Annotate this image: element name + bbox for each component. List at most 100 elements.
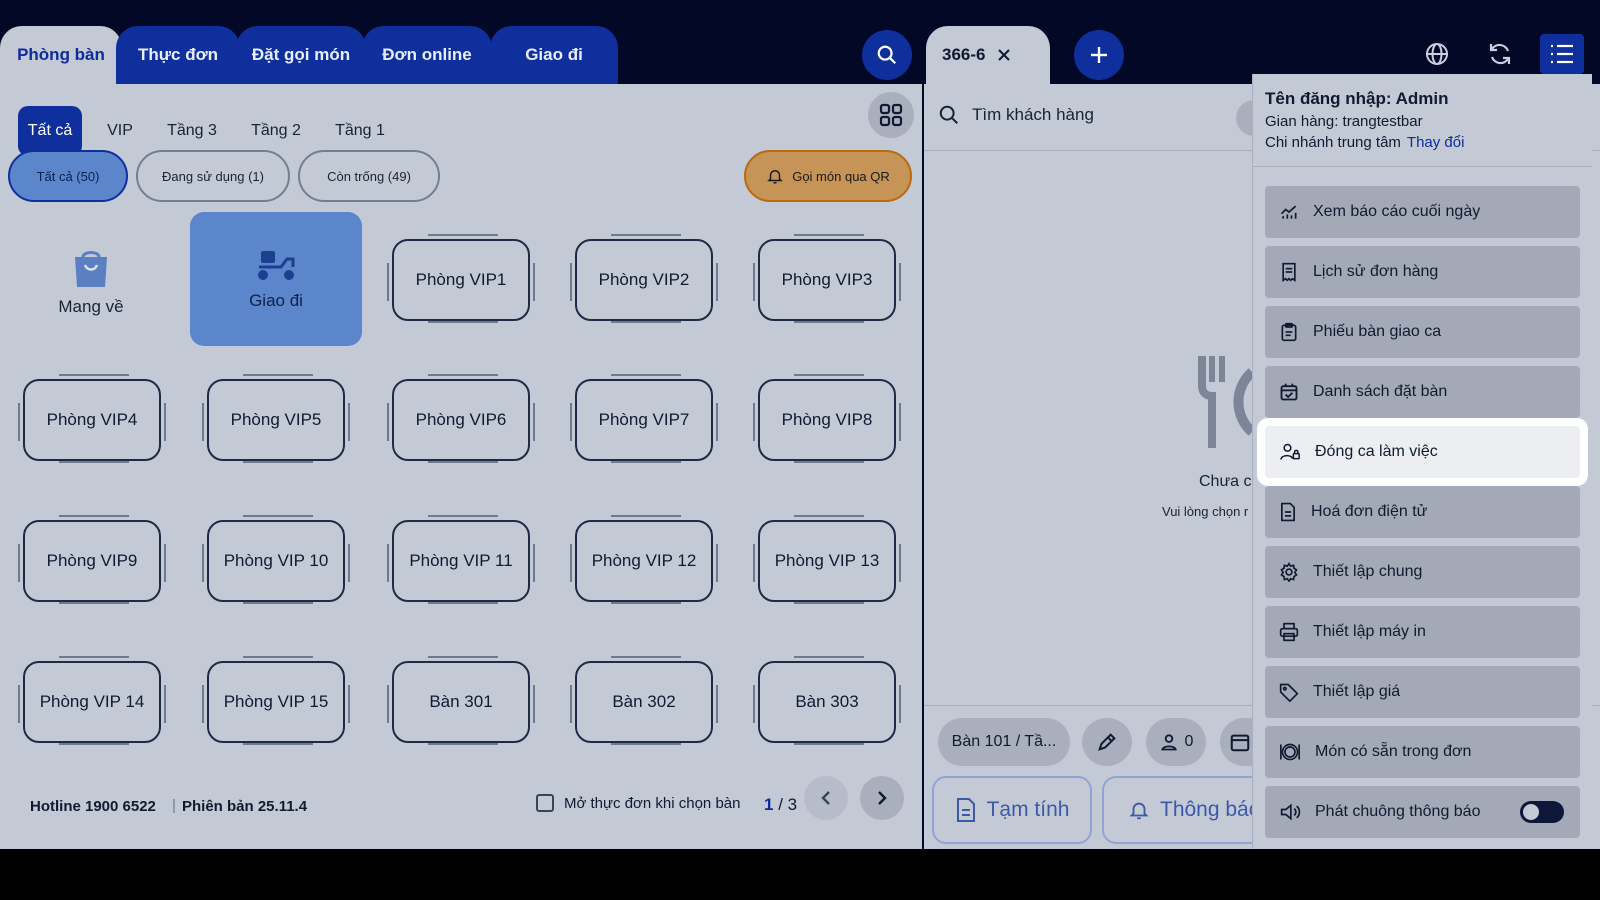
tab-label: Phòng bàn (17, 45, 105, 64)
room-card[interactable]: Phòng VIP 10 (202, 515, 350, 604)
tab-don-online[interactable]: Đơn online (362, 26, 492, 84)
pagination-text: 1 / 3 (764, 795, 797, 815)
menu-item-e-invoice[interactable]: Hoá đơn điện tử (1265, 486, 1580, 538)
tab-giao-di[interactable]: Giao đi (490, 26, 618, 84)
tab-order-366-6[interactable]: 366-6 (926, 26, 1050, 84)
receipt-icon (1282, 262, 1296, 282)
room-card[interactable]: Phòng VIP8 (753, 374, 901, 463)
floor-tab-all[interactable]: Tất cả (18, 106, 82, 156)
grid-view-button[interactable] (868, 92, 914, 138)
room-card[interactable]: Phòng VIP 11 (387, 515, 535, 604)
tab-phong-ban[interactable]: Phòng bàn (0, 26, 122, 84)
order-tab-label: 366-6 (942, 45, 986, 64)
status-filter-label: Đang sử dụng (1) (162, 168, 264, 184)
room-card[interactable]: Phòng VIP9 (18, 515, 166, 604)
menu-item-label: Phiếu bàn giao ca (1313, 323, 1442, 340)
next-page-button[interactable] (860, 776, 904, 820)
room-card[interactable]: Phòng VIP 15 (202, 656, 350, 745)
room-label: Phòng VIP1 (415, 270, 507, 289)
tab-thuc-don[interactable]: Thực đơn (116, 26, 240, 84)
shopping-bag-icon (75, 251, 107, 287)
menu-button[interactable] (1540, 34, 1584, 74)
notify-button[interactable]: Thông báo (1102, 776, 1262, 844)
room-card[interactable]: Bàn 302 (570, 656, 718, 745)
floor-tab-label: VIP (107, 122, 133, 139)
notification-sound-toggle[interactable] (1520, 801, 1564, 823)
room-card[interactable]: Phòng VIP2 (570, 234, 718, 323)
temp-bill-label: Tạm tính (986, 798, 1070, 821)
grid-icon (879, 103, 903, 127)
floor-tab-1[interactable]: Tầng 1 (328, 106, 392, 156)
floor-tab-3[interactable]: Tầng 3 (160, 106, 224, 156)
room-card[interactable]: Phòng VIP5 (202, 374, 350, 463)
room-card[interactable]: Bàn 303 (753, 656, 901, 745)
page-total: 3 (787, 795, 798, 814)
room-card[interactable]: Phòng VIP7 (570, 374, 718, 463)
room-label: Phòng VIP4 (46, 410, 138, 429)
takeaway-item[interactable]: Mang về (22, 234, 160, 330)
menu-item-notification-sound[interactable]: Phát chuông thông báo (1265, 786, 1580, 838)
document-icon (956, 798, 975, 822)
menu-item-general-settings[interactable]: Thiết lập chung (1265, 546, 1580, 598)
search-icon (877, 45, 897, 65)
guest-count-button[interactable]: 0 (1146, 718, 1206, 766)
change-branch-link[interactable]: Thay đổi (1407, 134, 1465, 151)
top-bar: Phòng bàn Thực đơn Đặt gọi món Đơn onlin… (0, 0, 1600, 85)
open-menu-option[interactable]: Mở thực đơn khi chọn bàn (536, 794, 740, 812)
status-filter-all[interactable]: Tất cả (50) (8, 150, 128, 202)
menu-item-order-history[interactable]: Lịch sử đơn hàng (1265, 246, 1580, 298)
room-card[interactable]: Phòng VIP6 (387, 374, 535, 463)
menu-item-price-settings[interactable]: Thiết lập giá (1265, 666, 1580, 718)
add-order-button[interactable] (1074, 30, 1124, 80)
search-button[interactable] (862, 30, 912, 80)
edit-button[interactable] (1082, 718, 1132, 766)
dish-icon (1280, 743, 1300, 761)
document-icon (1281, 502, 1295, 522)
open-menu-label: Mở thực đơn khi chọn bàn (564, 794, 741, 812)
menu-item-printer-settings[interactable]: Thiết lập máy in (1265, 606, 1580, 658)
menu-item-available-dishes[interactable]: Món có sẵn trong đơn (1265, 726, 1580, 778)
qr-order-label: Gọi món qua QR (792, 168, 890, 184)
pencil-icon (1098, 733, 1116, 751)
refresh-button[interactable] (1478, 34, 1522, 74)
tab-label: Đơn online (382, 45, 472, 64)
globe-icon (1426, 43, 1448, 65)
room-card[interactable]: Phòng VIP 13 (753, 515, 901, 604)
page-current: 1 (764, 795, 774, 814)
guest-count: 0 (1184, 733, 1194, 750)
floor-tab-vip[interactable]: VIP (96, 106, 144, 156)
close-icon[interactable] (997, 48, 1011, 62)
open-menu-checkbox[interactable] (536, 794, 554, 812)
prev-page-button[interactable] (804, 776, 848, 820)
customer-search[interactable]: Tìm khách hàng (938, 104, 1094, 126)
room-card[interactable]: Phòng VIP4 (18, 374, 166, 463)
menu-item-end-of-day-report[interactable]: Xem báo cáo cuối ngày (1265, 186, 1580, 238)
room-card[interactable]: Bàn 301 (387, 656, 535, 745)
room-label: Phòng VIP7 (598, 410, 690, 429)
bell-icon (767, 170, 784, 184)
room-card[interactable]: Phòng VIP1 (387, 234, 535, 323)
language-button[interactable] (1415, 34, 1459, 74)
delivery-item[interactable]: Giao đi (190, 212, 362, 346)
menu-item-reservations[interactable]: Danh sách đặt bàn (1265, 366, 1580, 418)
floor-tab-2[interactable]: Tầng 2 (244, 106, 308, 156)
room-card[interactable]: Phòng VIP 14 (18, 656, 166, 745)
tab-dat-goi-mon[interactable]: Đặt gọi món (236, 26, 366, 84)
qr-order-button[interactable]: Gọi món qua QR (744, 150, 912, 202)
fork-plate-icon (1198, 356, 1252, 448)
list-icon (1551, 44, 1573, 64)
menu-item-shift-handover[interactable]: Phiếu bàn giao ca (1265, 306, 1580, 358)
temp-bill-button[interactable]: Tạm tính (932, 776, 1092, 844)
menu-item-label: Phát chuông thông báo (1315, 803, 1481, 820)
speaker-icon (1280, 803, 1301, 821)
tab-label: Giao đi (525, 45, 583, 64)
refresh-icon (1489, 43, 1511, 65)
room-card[interactable]: Phòng VIP 12 (570, 515, 718, 604)
room-card[interactable]: Phòng VIP3 (753, 234, 901, 323)
account-info: Tên đăng nhập: Admin Gian hàng: trangtes… (1265, 88, 1464, 153)
status-filter-in-use[interactable]: Đang sử dụng (1) (136, 150, 290, 202)
table-chip[interactable]: Bàn 101 / Tầ... (938, 718, 1070, 766)
menu-item-close-shift[interactable]: Đóng ca làm việc (1265, 426, 1580, 478)
status-filter-empty[interactable]: Còn trống (49) (298, 150, 440, 202)
room-label: Phòng VIP6 (415, 410, 507, 429)
